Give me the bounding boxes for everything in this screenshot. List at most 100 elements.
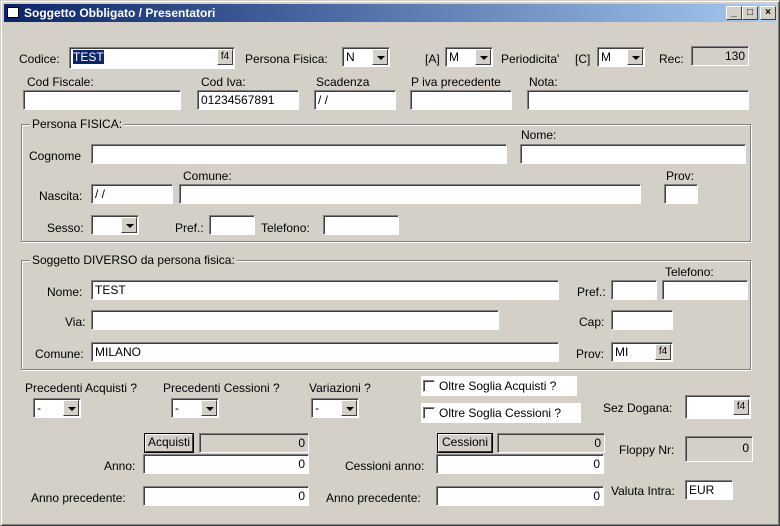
variazioni-label: Variazioni ? [309, 381, 371, 395]
c-label: [C] [575, 52, 591, 66]
sd-prov-field[interactable]: MI f4 [611, 342, 673, 362]
close-button[interactable]: × [760, 6, 776, 20]
anno-label: Anno: [104, 459, 136, 473]
sd-via-field[interactable] [91, 310, 499, 330]
cessioni-button[interactable]: Cessioni [437, 433, 493, 453]
variazioni-select[interactable]: - [311, 398, 359, 418]
scadenza-field[interactable]: / / [314, 90, 396, 110]
anno-acquisti-field[interactable]: 0 [143, 454, 309, 474]
persona-fisica-select[interactable]: N [342, 47, 390, 67]
pf-cognome-field[interactable] [91, 144, 507, 164]
codice-field[interactable]: TEST f4 [69, 47, 235, 69]
sd-nome-field[interactable]: TEST [91, 280, 559, 300]
floppy-field: 0 [685, 436, 753, 462]
prec-cessioni-select[interactable]: - [171, 398, 219, 418]
acquisti-button[interactable]: Acquisti [144, 433, 194, 453]
cod-iva-label: Cod Iva: [201, 75, 246, 89]
pf-prov-field[interactable] [664, 184, 698, 204]
prec-cessioni-value: - [175, 401, 179, 415]
sd-pref-field[interactable] [611, 280, 657, 300]
pf-pref-label: Pref.: [175, 221, 204, 235]
pf-nome-field[interactable] [520, 144, 746, 164]
c-value: M [601, 50, 611, 64]
sez-dogana-field[interactable]: f4 [685, 395, 751, 419]
pf-comune-field[interactable] [179, 184, 641, 204]
anno-prec-acquisti-field[interactable]: 0 [143, 486, 309, 506]
persona-fisica-label: Persona Fisica: [245, 52, 328, 66]
chevron-down-icon[interactable] [121, 217, 137, 233]
piva-precedente-field[interactable] [410, 90, 512, 110]
prec-acquisti-label: Precedenti Acquisti ? [25, 381, 138, 395]
cessioni-anno-label: Cessioni anno: [345, 459, 425, 473]
pf-sesso-label: Sesso: [47, 221, 84, 235]
a-label: [A] [425, 52, 440, 66]
nota-field[interactable] [527, 90, 749, 110]
rec-field: 130 [691, 46, 749, 66]
pf-telefono-label: Telefono: [261, 221, 310, 235]
pf-sesso-select[interactable] [91, 215, 139, 235]
cod-fiscale-label: Cod Fiscale: [27, 75, 94, 89]
sd-telefono-field[interactable] [662, 280, 748, 300]
checkbox-icon[interactable] [423, 407, 435, 419]
valuta-field[interactable]: EUR [685, 480, 733, 500]
chevron-down-icon[interactable] [627, 49, 643, 65]
chevron-down-icon[interactable] [63, 400, 79, 416]
c-select[interactable]: M [597, 47, 645, 67]
a-select[interactable]: M [445, 47, 493, 67]
acquisti-total-field: 0 [199, 433, 309, 453]
chevron-down-icon[interactable] [341, 400, 357, 416]
pf-nome-label: Nome: [521, 128, 557, 142]
piva-precedente-label: P iva precedente [411, 75, 501, 89]
pf-comune-label: Comune: [183, 169, 232, 183]
cod-fiscale-field[interactable] [23, 90, 181, 110]
pf-nascita-field[interactable]: / / [91, 184, 173, 204]
floppy-label: Floppy Nr: [619, 443, 675, 457]
valuta-label: Valuta Intra: [611, 484, 675, 498]
sd-prov-label: Prov: [576, 347, 605, 361]
sd-cap-label: Cap: [579, 315, 605, 329]
scadenza-label: Scadenza [316, 75, 370, 89]
cod-iva-field[interactable]: 01234567891 [197, 90, 299, 110]
variazioni-value: - [315, 401, 319, 415]
chevron-down-icon[interactable] [475, 49, 491, 65]
cessioni-anno-field[interactable]: 0 [436, 454, 604, 474]
prec-acquisti-select[interactable]: - [33, 398, 81, 418]
pf-pref-field[interactable] [209, 215, 255, 235]
pf-nascita-label: Nascita: [39, 189, 83, 203]
codice-label: Codice: [19, 52, 60, 66]
chevron-down-icon[interactable] [201, 400, 217, 416]
pf-telefono-field[interactable] [323, 215, 399, 235]
app-icon [7, 7, 19, 18]
sd-cap-field[interactable] [611, 310, 673, 330]
anno-prec-cessioni-label: Anno precedente: [326, 491, 421, 505]
oltre-soglia-acquisti-checkbox[interactable]: Oltre Soglia Acquisti ? [421, 376, 577, 396]
sez-dogana-lookup-button[interactable]: f4 [733, 399, 749, 415]
pf-cognome-label: Cognome [29, 149, 82, 163]
sd-prov-lookup-button[interactable]: f4 [655, 344, 671, 360]
nota-label: Nota: [529, 75, 558, 89]
anno-prec-cessioni-field[interactable]: 0 [436, 486, 604, 506]
checkbox-icon[interactable] [423, 380, 435, 392]
soggetto-diverso-group-title: Soggetto DIVERSO da persona fisica: [30, 253, 237, 267]
a-value: M [449, 50, 459, 64]
maximize-button[interactable]: □ [742, 6, 758, 20]
oltre-soglia-cessioni-label: Oltre Soglia Cessioni ? [439, 406, 562, 420]
pf-prov-label: Prov: [666, 169, 695, 183]
sd-telefono-label: Telefono: [665, 265, 714, 279]
prec-acquisti-value: - [37, 401, 41, 415]
oltre-soglia-cessioni-checkbox[interactable]: Oltre Soglia Cessioni ? [421, 403, 581, 423]
chevron-down-icon[interactable] [372, 49, 388, 65]
rec-label: Rec: [659, 52, 684, 66]
window-title: Soggetto Obbligato / Presentatori [24, 6, 216, 20]
sd-prov-value: MI [615, 345, 629, 359]
sd-comune-label: Comune: [35, 347, 84, 361]
sd-via-label: Via: [65, 315, 86, 329]
persona-fisica-group-title: Persona FISICA: [30, 117, 125, 131]
persona-fisica-value: N [346, 50, 355, 64]
sd-pref-label: Pref.: [577, 285, 606, 299]
periodicita-label: Periodicita' [501, 52, 560, 66]
codice-lookup-button[interactable]: f4 [217, 49, 233, 65]
minimize-button[interactable]: _ [726, 6, 742, 20]
title-bar[interactable]: Soggetto Obbligato / Presentatori _ □ × [4, 4, 776, 22]
sd-comune-field[interactable]: MILANO [91, 342, 559, 362]
